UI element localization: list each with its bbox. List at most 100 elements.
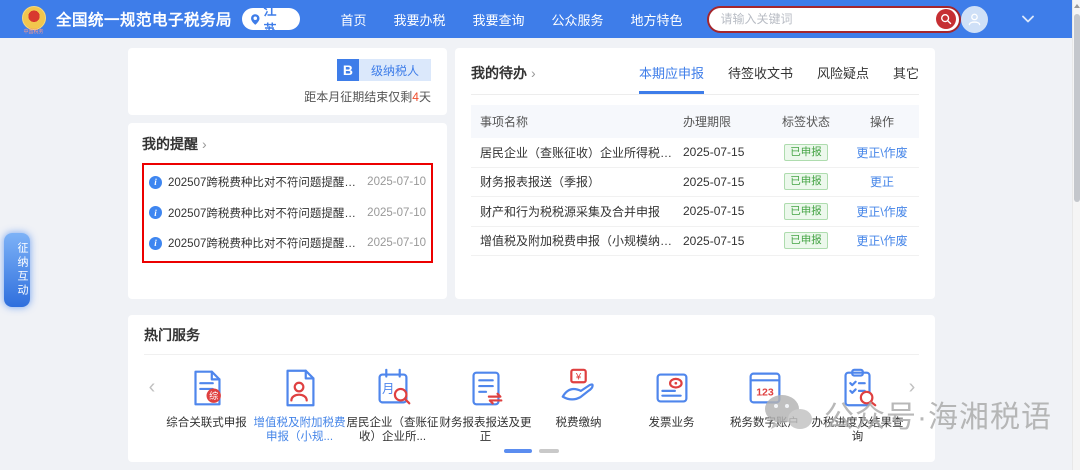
reminder-date: 2025-07-10 [367,237,426,249]
todo-table: 事项名称 办理期限 标签状态 操作 居民企业（查账征收）企业所得税月（... 2… [471,105,919,256]
logo-caption: 中国税务 [20,30,47,35]
status-badge: 已申报 [784,173,828,190]
todo-title[interactable]: 我的待办 › [471,63,536,83]
service-label: 发票业务 [649,416,695,430]
todo-tabs: 本期应申报 待签收文书 风险疑点 其它 [639,63,919,94]
service-comprehensive-declare[interactable]: 综 综合关联式申报 [160,364,253,444]
service-label: 税费缴纳 [556,416,602,430]
table-row: 增值税及附加税费申报（小规模纳税人） 2025-07-15 已申报 更正\作废 [471,227,919,257]
service-vat-declare[interactable]: 增值税及附加税费申报（小规... [253,364,346,444]
reminders-title[interactable]: 我的提醒 › [142,134,433,154]
action-link[interactable]: 更正\作废 [856,205,907,219]
main-nav: 首页 我要办税 我要查询 公众服务 地方特色 [340,10,682,29]
resident-enterprise-icon: 月 [370,364,416,412]
emblem-icon [22,6,46,30]
taxpayer-grade-card: B 级纳税人 距本月征期结束仅剩4天 [128,48,447,115]
chevron-right-icon: › [531,65,536,81]
column-header-name: 事项名称 [471,113,683,130]
table-row: 居民企业（查账征收）企业所得税月（... 2025-07-15 已申报 更正\作… [471,138,919,168]
page-indicator-active[interactable] [504,449,532,453]
todo-item-name: 财务报表报送（季报） [471,173,683,190]
search-input[interactable] [721,12,936,26]
my-reminders-card: 我的提醒 › i 202507跨税费种比对不符问题提醒20... 2025-07… [128,123,447,299]
service-label: 增值税及附加税费申报（小规... [254,416,346,444]
column-header-deadline: 办理期限 [683,113,767,130]
header-user-area [961,6,1034,33]
table-row: 财务报表报送（季报） 2025-07-15 已申报 更正 [471,168,919,198]
column-header-action: 操作 [845,113,919,130]
chevron-down-icon[interactable] [1022,15,1034,23]
invoice-business-icon [649,364,695,412]
scrollbar-thumb[interactable] [1074,14,1080,202]
vat-declare-icon [277,364,323,412]
scroll-up-arrow-icon[interactable] [1074,4,1080,8]
service-financial-report[interactable]: 财务报表报送及更正 [439,364,532,444]
svg-text:月: 月 [381,382,393,396]
table-row: 财产和行为税税源采集及合并申报 2025-07-15 已申报 更正\作废 [471,197,919,227]
info-icon: i [149,176,162,189]
user-avatar[interactable] [961,6,988,33]
tab-current-declare[interactable]: 本期应申报 [639,63,704,94]
todo-item-deadline: 2025-07-15 [683,204,767,218]
reminder-text: 202507跨税费种比对不符问题提醒20... [168,205,361,221]
action-link[interactable]: 更正\作废 [856,234,907,248]
service-label: 办税进度及结果查询 [812,416,904,444]
reminder-highlight-box: i 202507跨税费种比对不符问题提醒20... 2025-07-10 i 2… [142,163,433,263]
status-badge: 已申报 [784,203,828,220]
service-label: 税务数字账户 [730,416,799,430]
info-icon: i [149,206,162,219]
my-todo-card: 我的待办 › 本期应申报 待签收文书 风险疑点 其它 事项名称 办理期限 标签状… [455,48,935,299]
service-progress-query[interactable]: 办税进度及结果查询 [811,364,904,444]
table-header-row: 事项名称 办理期限 标签状态 操作 [471,105,919,138]
service-tax-payment[interactable]: ¥ 税费缴纳 [532,364,625,444]
search-button[interactable] [936,9,956,29]
digital-account-icon: 123 [742,364,788,412]
page-indicator[interactable] [539,449,559,453]
reminder-date: 2025-07-10 [367,176,426,188]
status-badge: 已申报 [784,232,828,249]
nav-item-home[interactable]: 首页 [340,10,366,29]
reminder-item[interactable]: i 202507跨税费种比对不符问题提醒20... 2025-07-10 [149,228,426,259]
action-link[interactable]: 更正\作废 [856,146,907,160]
person-icon [966,11,983,28]
search-box [707,6,961,33]
progress-query-icon [835,364,881,412]
todo-item-name: 财产和行为税税源采集及合并申报 [471,203,683,220]
tax-bureau-logo: 中国税务 [20,6,47,33]
page-scrollbar[interactable] [1072,0,1080,470]
todo-item-name: 增值税及附加税费申报（小规模纳税人） [471,232,683,249]
hot-services-card: 热门服务 ‹ 综 综合关联式申报 [128,315,935,462]
reminder-text: 202507跨税费种比对不符问题提醒20... [168,235,361,251]
column-header-status: 标签状态 [767,113,845,130]
tab-documents-to-sign[interactable]: 待签收文书 [728,63,793,94]
nav-item-local-features[interactable]: 地方特色 [631,10,683,29]
reminder-item[interactable]: i 202507跨税费种比对不符问题提醒20... 2025-07-10 [149,167,426,198]
todo-item-deadline: 2025-07-15 [683,175,767,189]
search-icon [940,13,952,25]
reminder-item[interactable]: i 202507跨税费种比对不符问题提醒20... 2025-07-10 [149,198,426,229]
collection-deadline-text: 距本月征期结束仅剩4天 [144,88,431,105]
reminder-text: 202507跨税费种比对不符问题提醒20... [168,174,361,190]
interaction-float-button[interactable]: 征纳互动 [4,233,30,307]
service-invoice-business[interactable]: 发票业务 [625,364,718,444]
nav-item-public-service[interactable]: 公众服务 [552,10,604,29]
carousel-next-icon[interactable]: › [904,364,920,410]
carousel-pagination [144,449,919,453]
info-icon: i [149,237,162,250]
top-header: 中国税务 全国统一规范电子税务局 江苏 首页 我要办税 我要查询 公众服务 地方… [0,0,1080,38]
nav-item-tax-handling[interactable]: 我要办税 [393,10,445,29]
location-pin-icon [250,13,261,26]
carousel-prev-icon[interactable]: ‹ [144,364,160,410]
region-selector[interactable]: 江苏 [242,8,300,30]
reminder-date: 2025-07-10 [367,207,426,219]
status-badge: 已申报 [784,144,828,161]
hot-services-title: 热门服务 [144,325,919,355]
todo-item-deadline: 2025-07-15 [683,234,767,248]
financial-report-icon [463,364,509,412]
action-link[interactable]: 更正 [870,175,894,189]
nav-item-query[interactable]: 我要查询 [473,10,525,29]
tab-other[interactable]: 其它 [893,63,919,94]
service-resident-enterprise[interactable]: 月 居民企业（查账征收）企业所... [346,364,439,444]
service-digital-account[interactable]: 123 税务数字账户 [718,364,811,444]
tab-risk-points[interactable]: 风险疑点 [817,63,869,94]
